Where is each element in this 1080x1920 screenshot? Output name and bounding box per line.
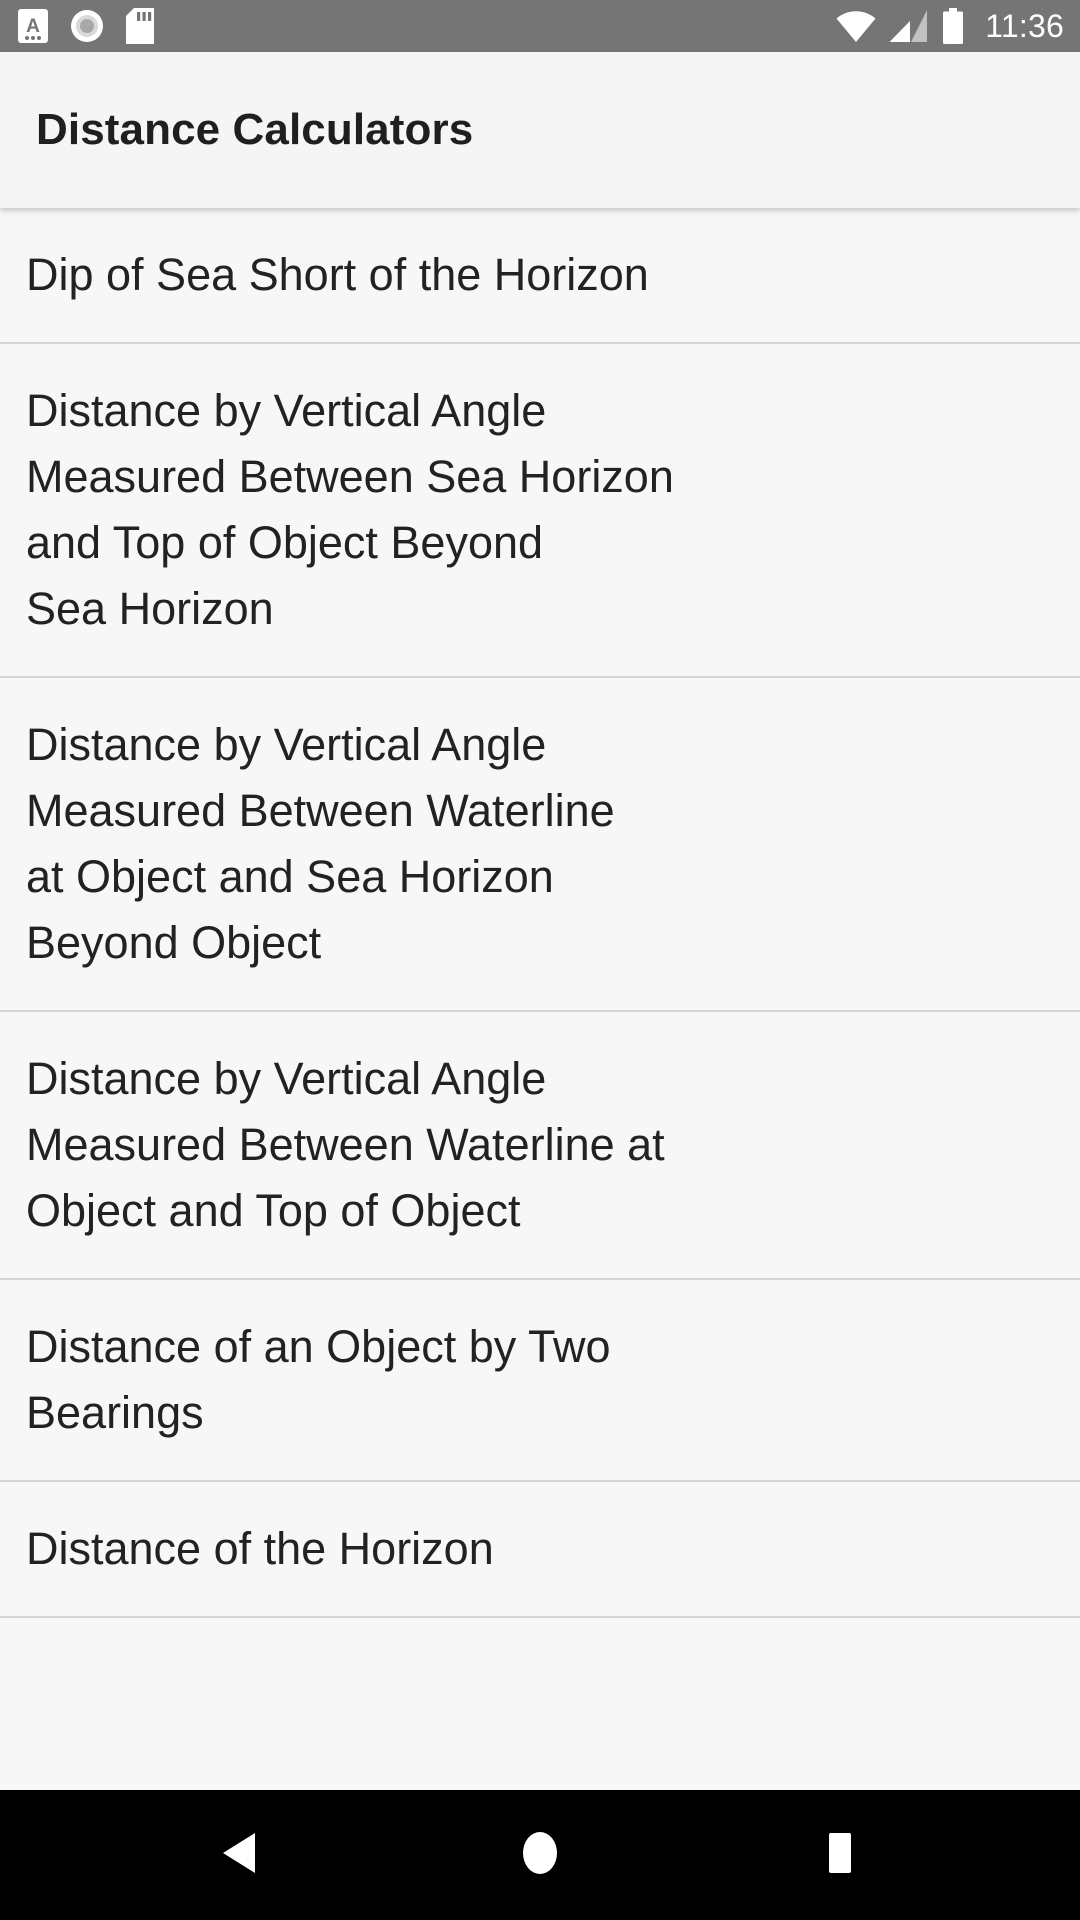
battery-full-icon bbox=[941, 8, 965, 44]
record-circle-icon bbox=[70, 9, 104, 43]
status-bar: A 11:36 bbox=[0, 0, 1080, 52]
recents-button[interactable] bbox=[770, 1790, 910, 1920]
home-button[interactable] bbox=[470, 1790, 610, 1920]
status-bar-clock: 11:36 bbox=[985, 7, 1064, 44]
list-item-label: Distance by Vertical Angle Measured Betw… bbox=[26, 719, 615, 968]
system-navigation-bar bbox=[0, 1790, 1080, 1920]
app-bar: Distance Calculators bbox=[0, 52, 1080, 208]
list-item-label: Distance of an Object by Two Bearings bbox=[26, 1321, 611, 1438]
status-bar-right-icons: 11:36 bbox=[835, 8, 1064, 45]
recents-square-icon bbox=[821, 1828, 859, 1883]
status-bar-left-icons: A bbox=[18, 8, 154, 44]
list-item-label: Distance by Vertical Angle Measured Betw… bbox=[26, 385, 674, 634]
list-item-label: Dip of Sea Short of the Horizon bbox=[26, 249, 649, 300]
list-item[interactable]: Dip of Sea Short of the Horizon bbox=[0, 208, 1080, 344]
list-item-label: Distance of the Horizon bbox=[26, 1523, 494, 1574]
page-title: Distance Calculators bbox=[36, 105, 474, 154]
phone-screen: A 11:36 Distance Calculators Dip of Sea … bbox=[0, 0, 1080, 1920]
list-item[interactable]: Distance of the Horizon bbox=[0, 1482, 1080, 1618]
svg-text:A: A bbox=[26, 16, 40, 37]
list-item[interactable]: Distance by Vertical Angle Measured Betw… bbox=[0, 344, 1080, 678]
list-item[interactable]: Distance by Vertical Angle Measured Betw… bbox=[0, 1012, 1080, 1280]
wifi-icon bbox=[835, 9, 877, 43]
list-item-label: Distance by Vertical Angle Measured Betw… bbox=[26, 1053, 665, 1236]
sd-card-icon bbox=[126, 8, 154, 44]
text-input-a-icon: A bbox=[18, 9, 48, 43]
list-item[interactable]: Distance by Vertical Angle Measured Betw… bbox=[0, 678, 1080, 1012]
list-item[interactable]: Distance of an Object by Two Bearings bbox=[0, 1280, 1080, 1482]
calculator-list[interactable]: Dip of Sea Short of the Horizon Distance… bbox=[0, 208, 1080, 1790]
cellular-signal-icon bbox=[889, 9, 929, 43]
back-button[interactable] bbox=[170, 1790, 310, 1920]
back-triangle-icon bbox=[219, 1829, 261, 1882]
home-circle-icon bbox=[516, 1827, 564, 1884]
